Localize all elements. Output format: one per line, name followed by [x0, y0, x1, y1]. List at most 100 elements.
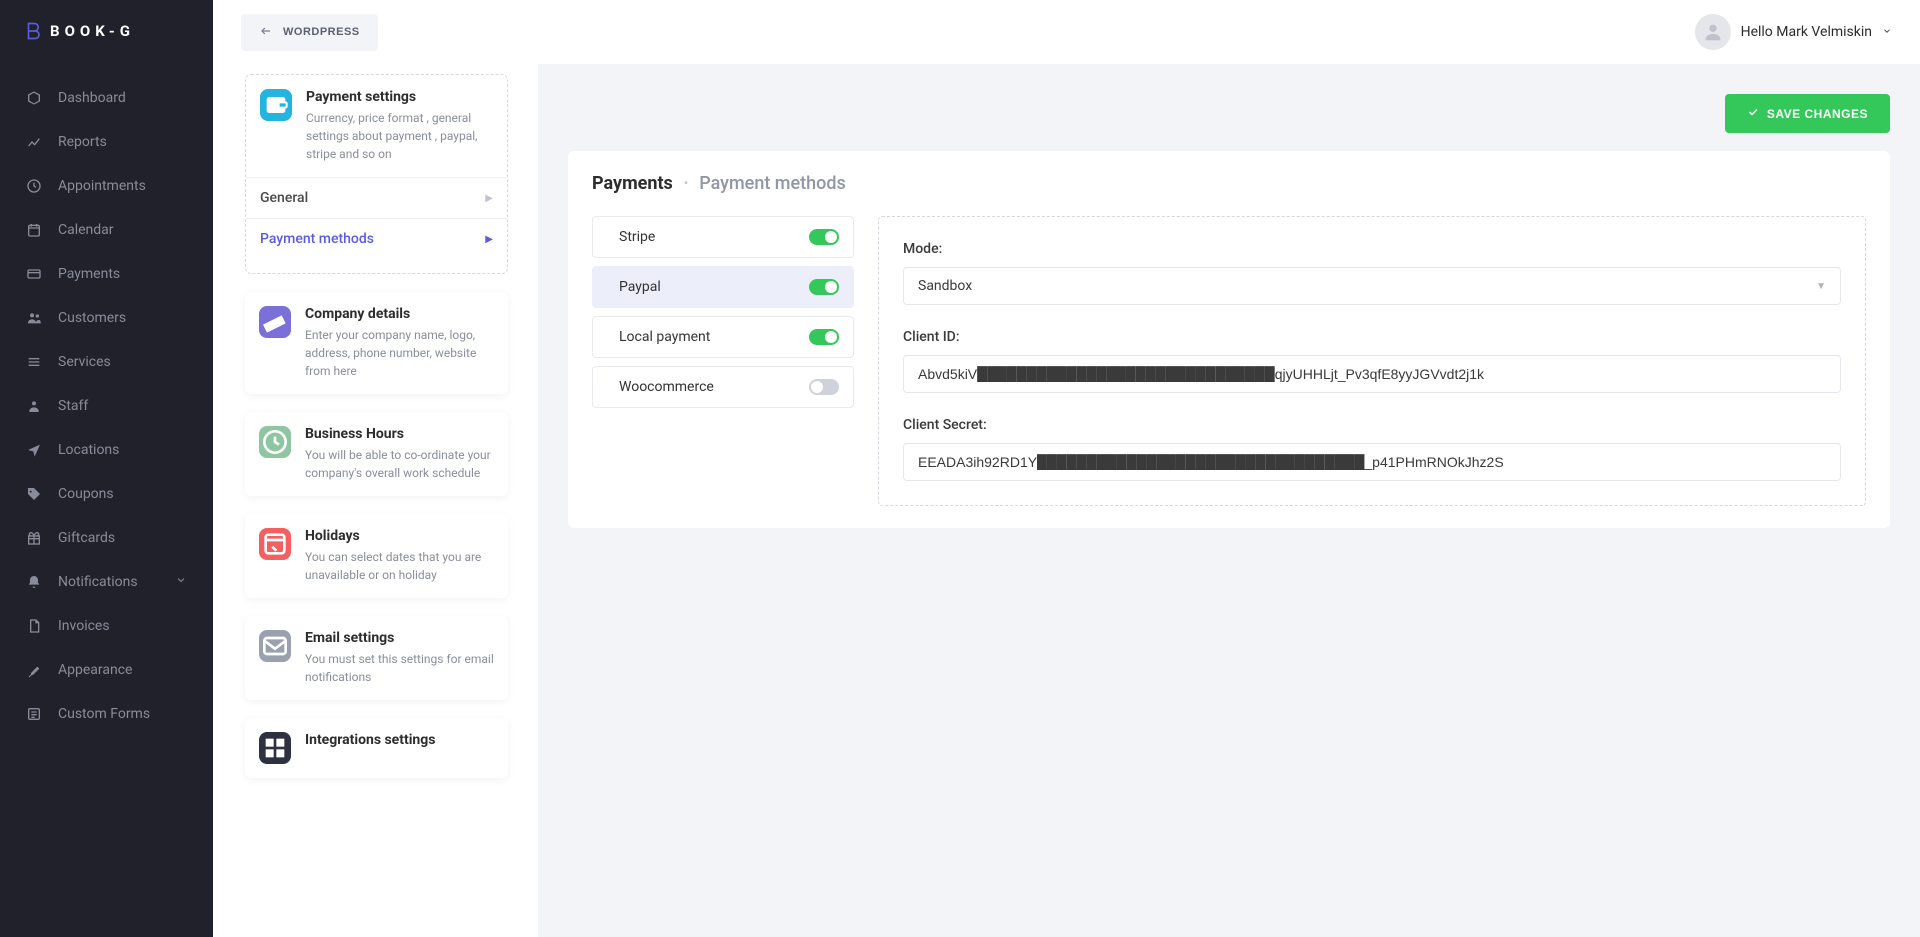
clock2-icon — [259, 426, 291, 458]
sidebar-item-label: Reports — [58, 134, 187, 150]
client-secret-input[interactable] — [903, 443, 1841, 481]
form-icon — [26, 706, 42, 722]
chevron-down-icon — [175, 574, 187, 590]
method-toggle[interactable] — [809, 229, 839, 245]
settings-card-desc: You will be able to co-ordinate your com… — [305, 446, 494, 482]
sidebar-item-label: Payments — [58, 266, 187, 282]
method-item-local-payment[interactable]: Local payment — [592, 316, 854, 358]
user-menu[interactable]: Hello Mark Velmiskin — [1695, 14, 1892, 50]
client-id-input[interactable] — [903, 355, 1841, 393]
sidebar-nav: Dashboard Reports Appointments Calendar … — [0, 62, 213, 736]
topbar: WORDPRESS Hello Mark Velmiskin — [213, 0, 1920, 64]
mode-select[interactable]: Sandbox ▼ — [903, 267, 1841, 305]
client-id-label: Client ID: — [903, 329, 1841, 345]
settings-card-holidays[interactable]: Holidays You can select dates that you a… — [245, 514, 508, 598]
paypal-config-box: Mode: Sandbox ▼ Client ID: Client Secret… — [878, 216, 1866, 506]
main-panel: SAVE CHANGES Payments · Payment methods … — [538, 64, 1920, 937]
settings-card-desc: Enter your company name, logo, address, … — [305, 326, 494, 380]
wallet-icon — [260, 89, 292, 121]
method-name: Woocommerce — [619, 379, 797, 395]
sidebar-item-payments[interactable]: Payments — [0, 252, 213, 296]
settings-card-payment-settings[interactable]: Payment settings Currency, price format … — [245, 74, 508, 274]
settings-card-desc: You can select dates that you are unavai… — [305, 548, 494, 584]
sidebar-item-notifications[interactable]: Notifications — [0, 560, 213, 604]
card-icon — [26, 266, 42, 282]
chart-icon — [26, 134, 42, 150]
bell-icon — [26, 574, 42, 590]
sidebar-item-label: Staff — [58, 398, 187, 414]
method-name: Paypal — [619, 279, 797, 295]
settings-card-company-details[interactable]: Company details Enter your company name,… — [245, 292, 508, 394]
sidebar-item-label: Locations — [58, 442, 187, 458]
method-item-stripe[interactable]: Stripe — [592, 216, 854, 258]
sidebar-item-services[interactable]: Services — [0, 340, 213, 384]
telescope-icon — [259, 306, 291, 338]
sidebar-item-custom-forms[interactable]: Custom Forms — [0, 692, 213, 736]
cube-icon — [26, 90, 42, 106]
settings-card-desc: Currency, price format , general setting… — [306, 109, 493, 163]
settings-card-desc: You must set this settings for email not… — [305, 650, 494, 686]
mode-label: Mode: — [903, 241, 1841, 257]
method-item-woocommerce[interactable]: Woocommerce — [592, 366, 854, 408]
brand-name: BOOK-G — [50, 22, 135, 40]
chevron-down-icon: ▼ — [1816, 281, 1826, 292]
plug-icon — [259, 732, 291, 764]
sidebar-item-label: Customers — [58, 310, 187, 326]
method-toggle[interactable] — [809, 279, 839, 295]
tag-icon — [26, 486, 42, 502]
sidebar-item-label: Invoices — [58, 618, 187, 634]
settings-card-business-hours[interactable]: Business Hours You will be able to co-or… — [245, 412, 508, 496]
sidebar-item-appointments[interactable]: Appointments — [0, 164, 213, 208]
method-toggle[interactable] — [809, 379, 839, 395]
settings-card-title: Business Hours — [305, 426, 494, 442]
chevron-down-icon — [1882, 24, 1892, 40]
sidebar-item-label: Appearance — [58, 662, 187, 678]
sidebar-item-dashboard[interactable]: Dashboard — [0, 76, 213, 120]
method-item-paypal[interactable]: Paypal — [592, 266, 854, 308]
subitem-label: General — [260, 190, 308, 206]
sidebar-item-reports[interactable]: Reports — [0, 120, 213, 164]
sidebar-item-customers[interactable]: Customers — [0, 296, 213, 340]
subitem-label: Payment methods — [260, 231, 374, 247]
file-icon — [26, 618, 42, 634]
sidebar-item-label: Appointments — [58, 178, 187, 194]
settings-column: Payment settings Currency, price format … — [213, 64, 538, 937]
sidebar-item-calendar[interactable]: Calendar — [0, 208, 213, 252]
sidebar-item-locations[interactable]: Locations — [0, 428, 213, 472]
method-name: Stripe — [619, 229, 797, 245]
payment-methods-card: Payments · Payment methods Stripe Paypal… — [568, 151, 1890, 528]
sidebar-item-giftcards[interactable]: Giftcards — [0, 516, 213, 560]
chevron-right-icon: ▶ — [485, 193, 493, 204]
wordpress-button[interactable]: WORDPRESS — [241, 14, 378, 51]
settings-card-email-settings[interactable]: Email settings You must set this setting… — [245, 616, 508, 700]
settings-card-title: Email settings — [305, 630, 494, 646]
settings-subitem-payment methods[interactable]: Payment methods ▶ — [246, 218, 507, 259]
list-icon — [26, 354, 42, 370]
settings-subitem-general[interactable]: General ▶ — [246, 177, 507, 218]
calendar-icon — [26, 222, 42, 238]
gift-icon — [26, 530, 42, 546]
settings-card-integrations-settings[interactable]: Integrations settings — [245, 718, 508, 778]
sidebar-item-label: Coupons — [58, 486, 187, 502]
sidebar-item-appearance[interactable]: Appearance — [0, 648, 213, 692]
user-greeting: Hello Mark Velmiskin — [1741, 24, 1872, 40]
sidebar-item-coupons[interactable]: Coupons — [0, 472, 213, 516]
breadcrumb-separator: · — [677, 173, 694, 194]
sidebar-item-label: Custom Forms — [58, 706, 187, 722]
mode-value: Sandbox — [918, 278, 972, 294]
breadcrumb-root: Payments — [592, 173, 673, 194]
sidebar-item-invoices[interactable]: Invoices — [0, 604, 213, 648]
save-label: SAVE CHANGES — [1767, 107, 1868, 121]
settings-card-title: Payment settings — [306, 89, 493, 105]
method-toggle[interactable] — [809, 329, 839, 345]
settings-card-title: Integrations settings — [305, 732, 435, 748]
sidebar-item-staff[interactable]: Staff — [0, 384, 213, 428]
location-icon — [26, 442, 42, 458]
brand-logo[interactable]: BOOK-G — [0, 10, 213, 62]
back-icon — [259, 24, 273, 41]
cal2-icon — [259, 528, 291, 560]
save-changes-button[interactable]: SAVE CHANGES — [1725, 94, 1890, 133]
sidebar-item-label: Calendar — [58, 222, 187, 238]
sidebar-item-label: Notifications — [58, 574, 159, 590]
sidebar-item-label: Services — [58, 354, 187, 370]
